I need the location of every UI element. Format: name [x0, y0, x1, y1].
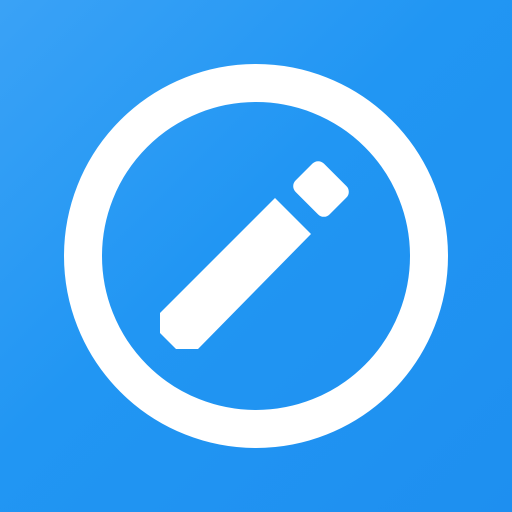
edit-pencil-icon: [64, 64, 448, 448]
app-icon-tile: [0, 0, 512, 512]
pencil-body: [160, 198, 311, 349]
pencil-eraser: [293, 161, 349, 217]
